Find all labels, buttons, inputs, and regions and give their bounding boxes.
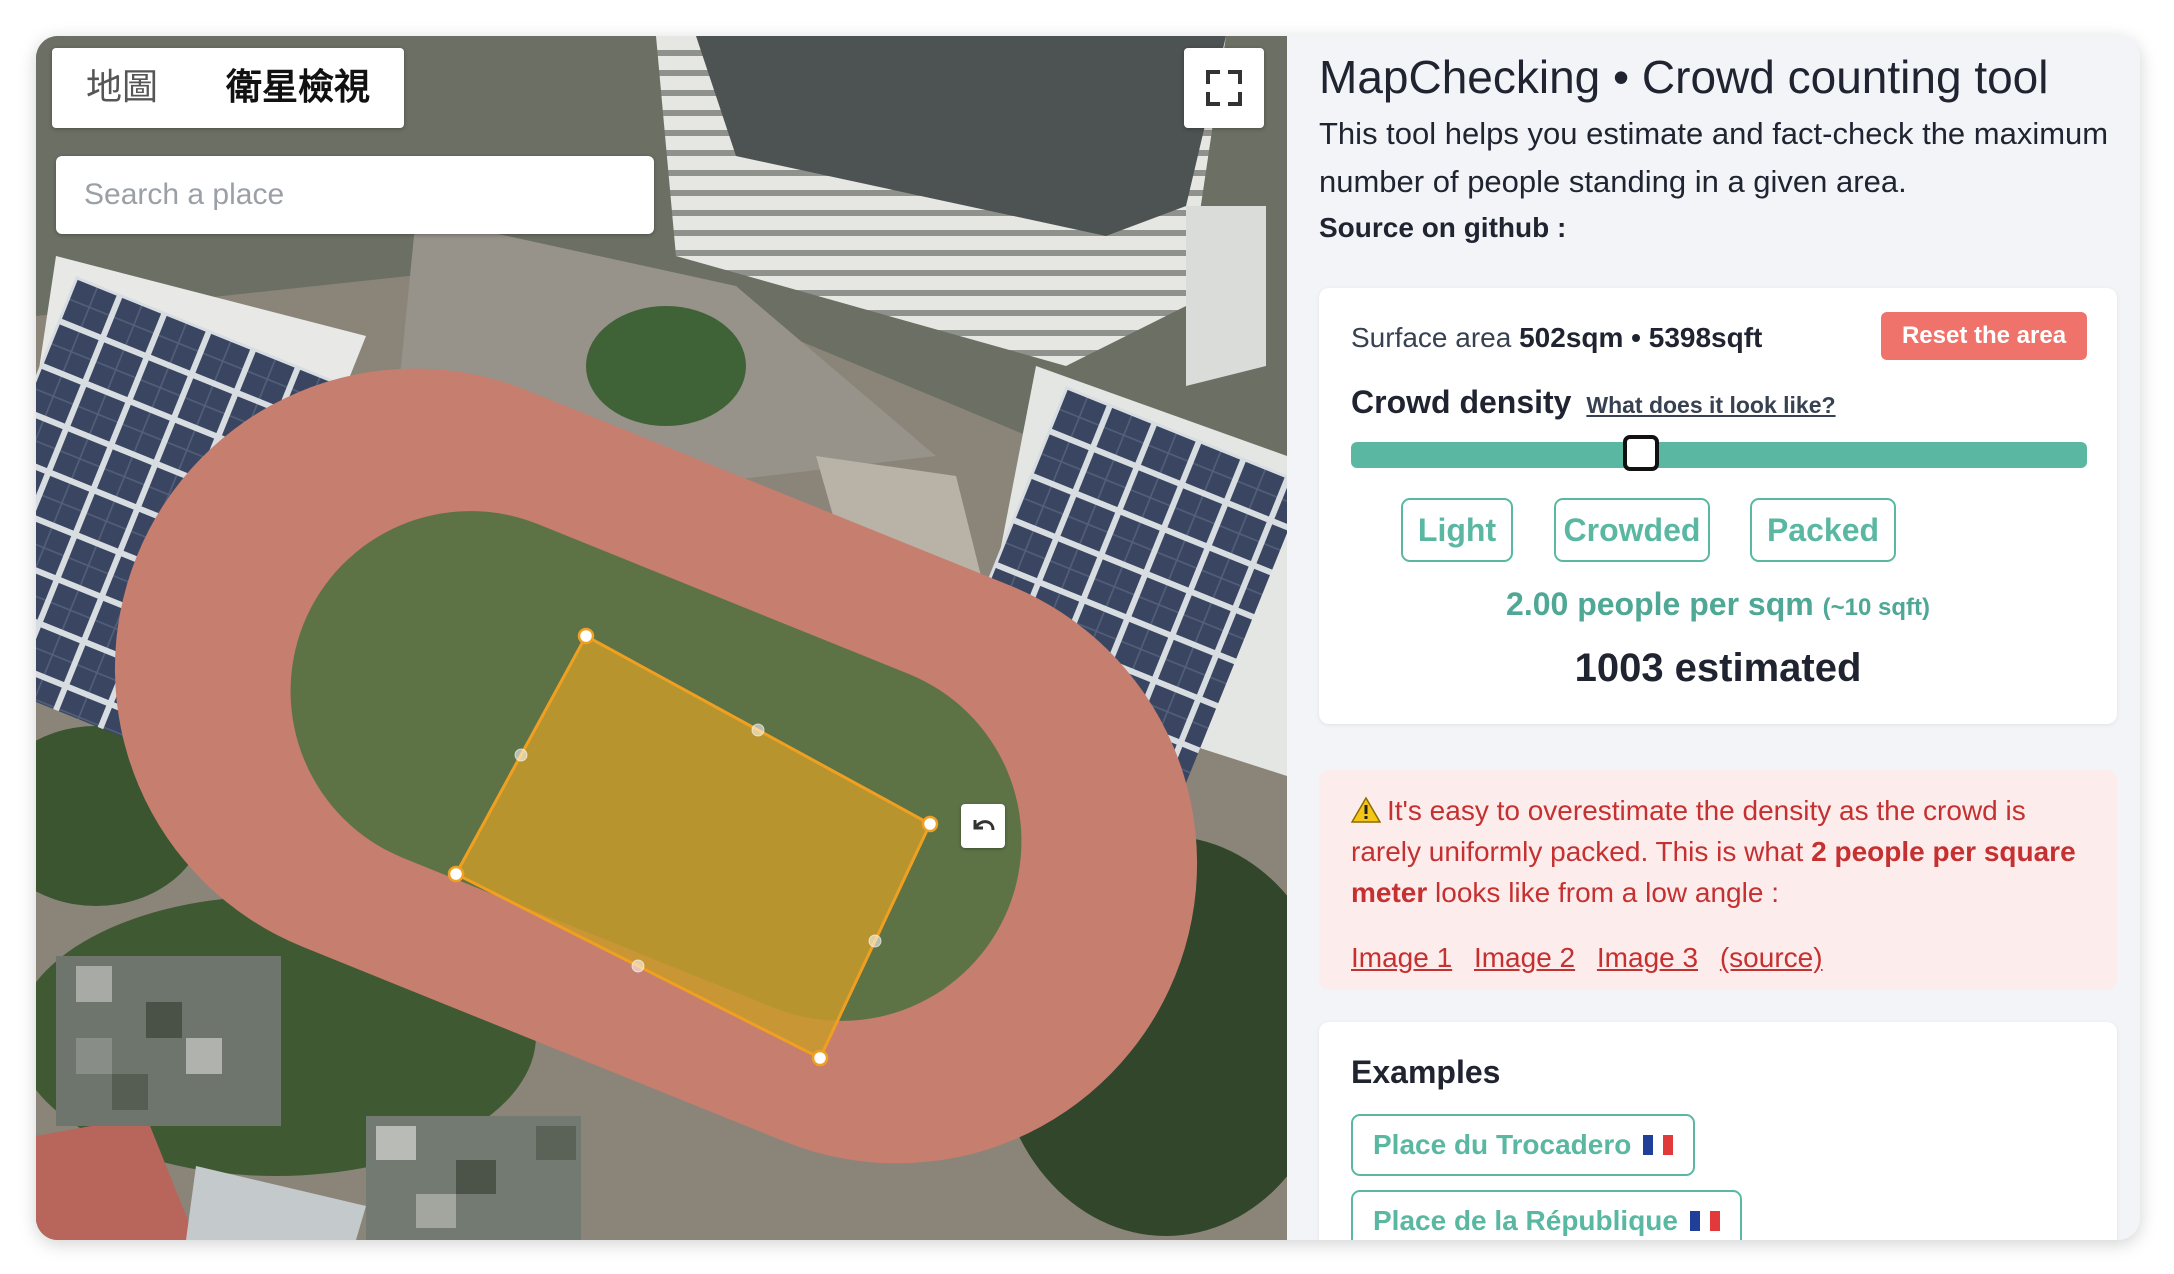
source-label: Source on github : <box>1319 212 1567 243</box>
surface-area-label: Surface area <box>1351 322 1512 353</box>
search-input[interactable] <box>56 156 654 234</box>
france-flag-icon <box>1689 1211 1720 1231</box>
fullscreen-icon <box>1206 70 1242 106</box>
density-card: Surface area 502sqm • 5398sqft Reset the… <box>1319 288 2117 724</box>
examples-card: Examples Place du Trocadero Place de la … <box>1319 1022 2117 1240</box>
warning-box: It's easy to overestimate the density as… <box>1319 770 2117 990</box>
density-slider[interactable] <box>1351 435 2087 471</box>
fullscreen-button[interactable] <box>1184 48 1264 128</box>
undo-button[interactable] <box>961 804 1005 848</box>
density-rate: 2.00 people per sqm (~10 sqft) <box>1319 586 2117 623</box>
preset-packed-button[interactable]: Packed <box>1750 498 1896 562</box>
surface-area: Surface area 502sqm • 5398sqft <box>1351 322 1762 354</box>
example-republique-button[interactable]: Place de la République <box>1351 1190 1742 1240</box>
slider-thumb[interactable] <box>1623 435 1660 471</box>
density-example-link[interactable]: What does it look like? <box>1586 392 1835 418</box>
france-flag-icon <box>1643 1135 1674 1155</box>
tool-description: This tool helps you estimate and fact-ch… <box>1319 116 2109 199</box>
image-3-link[interactable]: Image 3 <box>1597 942 1698 973</box>
warning-text-part-2: looks like from a low angle : <box>1427 877 1779 908</box>
density-presets: Light Crowded Packed <box>1319 498 2117 566</box>
reset-area-button[interactable]: Reset the area <box>1881 312 2087 360</box>
surface-area-value: 502sqm • 5398sqft <box>1519 322 1763 353</box>
tab-satellite[interactable]: 衛星檢視 <box>192 48 404 128</box>
example-trocadero-button[interactable]: Place du Trocadero <box>1351 1114 1696 1176</box>
page-title: MapChecking • Crowd counting tool <box>1319 51 2049 103</box>
app-window: 地圖 衛星檢視 MapChecking • Crowd counting to <box>36 36 2140 1240</box>
preset-light-button[interactable]: Light <box>1401 498 1513 562</box>
crowd-estimate: 1003 estimated <box>1574 646 1862 690</box>
preset-crowded-button[interactable]: Crowded <box>1554 498 1710 562</box>
image-2-link[interactable]: Image 2 <box>1474 942 1575 973</box>
crowd-density-heading: Crowd density What does it look like? <box>1351 384 1836 421</box>
side-panel: MapChecking • Crowd counting tool This t… <box>1287 36 2140 1240</box>
map-view[interactable]: 地圖 衛星檢視 <box>36 36 1287 1240</box>
crowd-density-label: Crowd density <box>1351 384 1572 420</box>
warning-icon <box>1350 796 1382 823</box>
example-republique-label: Place de la République <box>1373 1205 1678 1236</box>
image-1-link[interactable]: Image 1 <box>1351 942 1452 973</box>
examples-title: Examples <box>1351 1054 1501 1090</box>
map-type-control: 地圖 衛星檢視 <box>52 48 405 128</box>
warning-links: Image 1 Image 2 Image 3 (source) <box>1351 942 1837 974</box>
undo-icon <box>973 820 995 831</box>
example-trocadero-label: Place du Trocadero <box>1373 1129 1632 1160</box>
warning-text: It's easy to overestimate the density as… <box>1350 790 2091 913</box>
density-rate-note: (~10 sqft) <box>1822 594 1930 621</box>
source-link[interactable]: (source) <box>1720 942 1823 973</box>
slider-track[interactable] <box>1351 442 2087 468</box>
density-rate-value: 2.00 people per sqm <box>1506 586 1814 622</box>
tab-map[interactable]: 地圖 <box>52 48 192 128</box>
